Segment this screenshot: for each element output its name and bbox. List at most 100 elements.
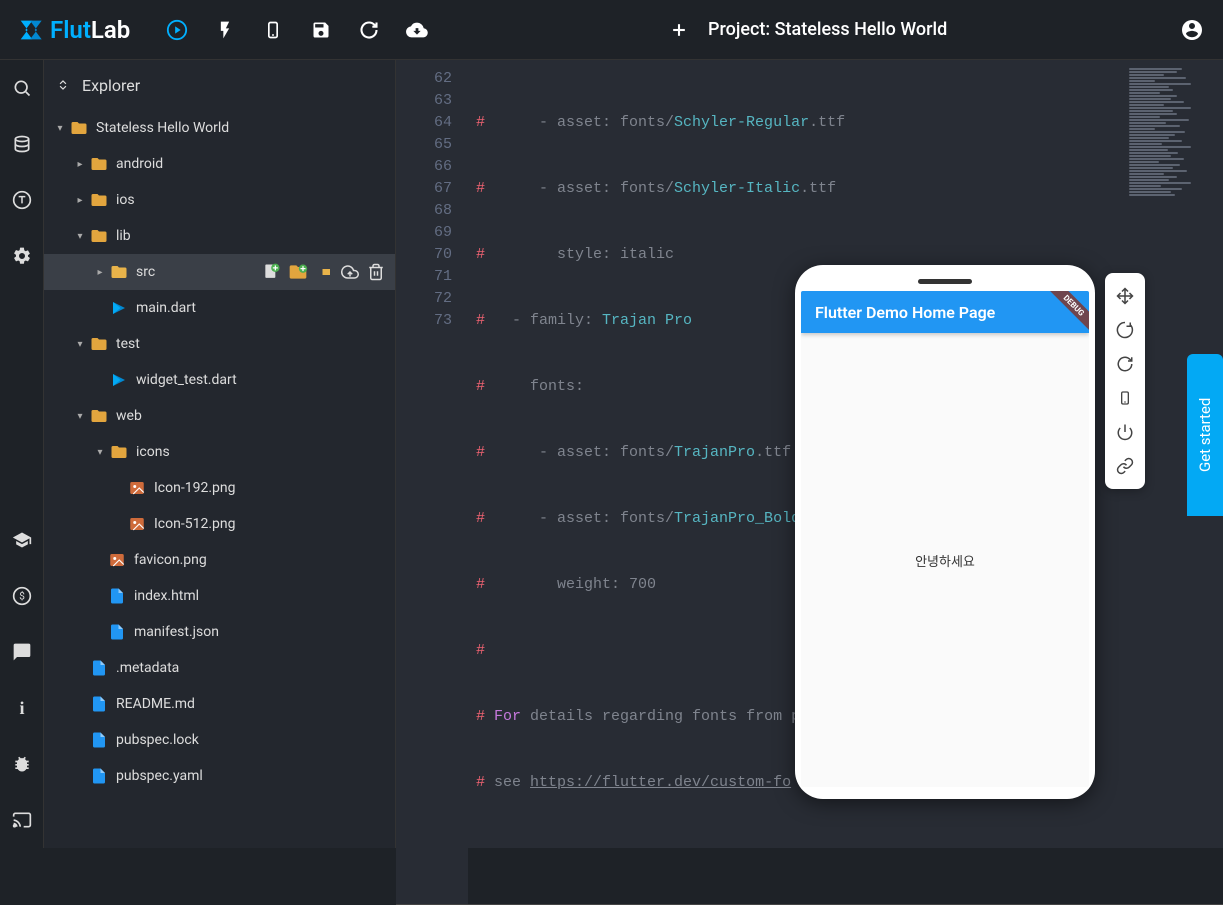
line-number: 64 [396, 112, 452, 134]
explorer-title: Explorer [82, 76, 140, 95]
move-drag-icon[interactable] [1105, 279, 1145, 313]
new-folder-action[interactable] [287, 261, 309, 283]
minimap[interactable] [1129, 68, 1217, 288]
tree-file-main-dart[interactable]: main.dart [44, 290, 395, 326]
tree-label: .metadata [116, 660, 179, 676]
device-frame-icon[interactable] [1105, 381, 1145, 415]
folder-icon [108, 443, 130, 461]
settings-rail-button[interactable] [0, 228, 44, 284]
chevron-down-icon[interactable]: ▾ [72, 339, 88, 350]
tree-folder-icons[interactable]: ▾ icons [44, 434, 395, 470]
debug-banner: DEBUG [1042, 291, 1089, 338]
tree-label: manifest.json [134, 624, 219, 640]
database-rail-button[interactable] [0, 116, 44, 172]
tree-file-pubspec-lock[interactable]: pubspec.lock [44, 722, 395, 758]
tree-label: lib [116, 228, 131, 244]
info-rail-button[interactable]: i [0, 680, 44, 736]
rotate-icon[interactable] [1105, 313, 1145, 347]
get-started-tab[interactable]: Get started [1187, 354, 1223, 516]
tree-folder-android[interactable]: ▸ android [44, 146, 395, 182]
folder-icon [68, 119, 90, 137]
upload-action[interactable] [339, 261, 361, 283]
tree-file-icon192[interactable]: Icon-192.png [44, 470, 395, 506]
rename-action[interactable] [313, 261, 335, 283]
tree-root[interactable]: ▾ Stateless Hello World [44, 110, 395, 146]
doc-file-icon [106, 623, 128, 641]
tree-label: pubspec.lock [116, 732, 199, 748]
run-button[interactable] [154, 7, 200, 53]
line-number: 73 [396, 310, 452, 332]
power-icon[interactable] [1105, 415, 1145, 449]
account-button[interactable] [1169, 7, 1215, 53]
chevron-down-icon[interactable]: ▾ [72, 411, 88, 422]
reload-icon[interactable] [1105, 347, 1145, 381]
tree-folder-lib[interactable]: ▾ lib [44, 218, 395, 254]
folder-icon [88, 227, 110, 245]
device-button[interactable] [250, 7, 296, 53]
project-title[interactable]: Project: Stateless Hello World [708, 19, 947, 40]
device-notch [918, 279, 972, 284]
line-number: 67 [396, 178, 452, 200]
cast-rail-button[interactable] [0, 792, 44, 848]
chevron-right-icon[interactable]: ▸ [72, 159, 88, 170]
unfold-icon[interactable] [56, 78, 70, 92]
bug-rail-button[interactable] [0, 736, 44, 792]
new-file-action[interactable] [261, 261, 283, 283]
top-toolbar: FlutLab Project: Stateless Hello World [0, 0, 1223, 60]
tree-file-index-html[interactable]: index.html [44, 578, 395, 614]
tree-label: icons [136, 444, 170, 460]
tree-folder-test[interactable]: ▾test [44, 326, 395, 362]
refresh-button[interactable] [346, 7, 392, 53]
device-screen[interactable]: Flutter Demo Home Page DEBUG 안녕하세요 [801, 291, 1089, 787]
doc-file-icon [106, 587, 128, 605]
tree-file-pubspec-yaml[interactable]: pubspec.yaml [44, 758, 395, 794]
money-rail-button[interactable]: $ [0, 568, 44, 624]
brand-text: FlutLab [50, 16, 130, 44]
tree-folder-src[interactable]: ▸src [44, 254, 395, 290]
add-button[interactable] [662, 13, 696, 47]
file-tree: ▾ Stateless Hello World ▸ android ▸ ios ▾ li… [44, 110, 395, 848]
search-rail-button[interactable] [0, 60, 44, 116]
tree-file-icon512[interactable]: Icon-512.png [44, 506, 395, 542]
line-number: 68 [396, 200, 452, 222]
explorer-header: Explorer [44, 60, 395, 110]
chevron-down-icon[interactable]: ▾ [72, 231, 88, 242]
activity-bar: $ i [0, 60, 44, 848]
tree-file-favicon[interactable]: favicon.png [44, 542, 395, 578]
link-icon[interactable] [1105, 449, 1145, 483]
tree-file-manifest[interactable]: manifest.json [44, 614, 395, 650]
tree-file-metadata[interactable]: .metadata [44, 650, 395, 686]
explorer-panel: Explorer ▾ Stateless Hello World ▸ android… [44, 60, 396, 848]
chevron-right-icon[interactable]: ▸ [72, 195, 88, 206]
project-title-area: Project: Stateless Hello World [440, 13, 1169, 47]
tree-label: main.dart [136, 300, 196, 316]
tree-label: web [116, 408, 142, 424]
delete-action[interactable] [365, 261, 387, 283]
dart-file-icon [108, 299, 130, 317]
folder-icon [88, 407, 110, 425]
tree-label: pubspec.yaml [116, 768, 203, 784]
chevron-down-icon[interactable]: ▾ [92, 447, 108, 458]
app-bar-title: Flutter Demo Home Page [815, 303, 995, 322]
save-button[interactable] [298, 7, 344, 53]
tree-file-readme[interactable]: README.md [44, 686, 395, 722]
chevron-down-icon[interactable]: ▾ [52, 123, 68, 134]
toolbar-actions [154, 7, 440, 53]
tree-folder-web[interactable]: ▾ web [44, 398, 395, 434]
education-rail-button[interactable] [0, 512, 44, 568]
tree-label: ios [116, 192, 135, 208]
tree-label: android [116, 156, 163, 172]
doc-file-icon [88, 695, 110, 713]
tree-folder-ios[interactable]: ▸ ios [44, 182, 395, 218]
chat-rail-button[interactable] [0, 624, 44, 680]
line-number: 71 [396, 266, 452, 288]
bolt-button[interactable] [202, 7, 248, 53]
brand-logo[interactable]: FlutLab [16, 16, 130, 44]
chevron-right-icon[interactable]: ▸ [92, 267, 108, 278]
tree-label: Stateless Hello World [96, 120, 229, 136]
line-number: 65 [396, 134, 452, 156]
text-rail-button[interactable] [0, 172, 44, 228]
line-number: 66 [396, 156, 452, 178]
tree-file-widget-test[interactable]: widget_test.dart [44, 362, 395, 398]
cloud-download-button[interactable] [394, 7, 440, 53]
